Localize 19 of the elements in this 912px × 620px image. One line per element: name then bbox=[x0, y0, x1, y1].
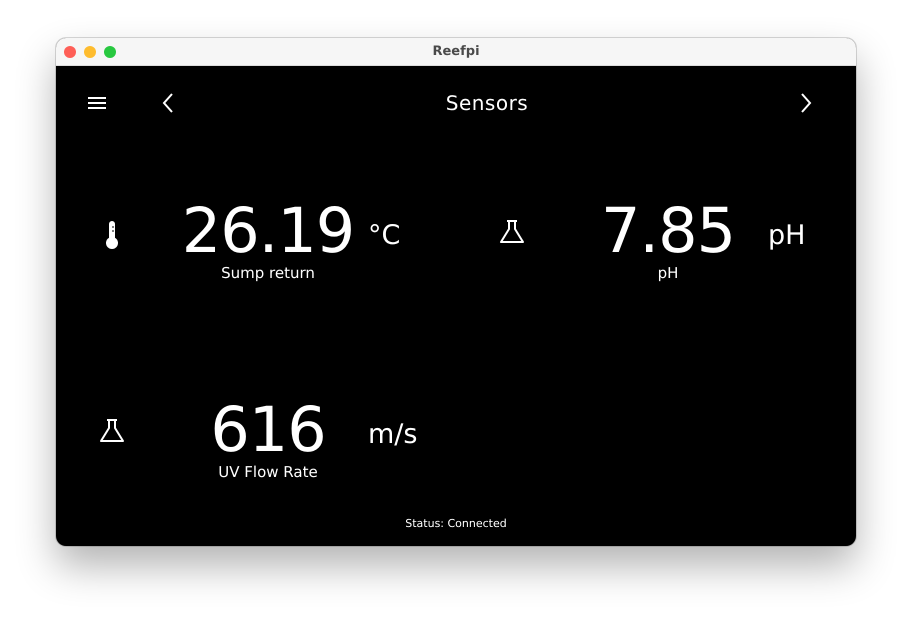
page-title: Sensors bbox=[444, 91, 530, 115]
forward-chevron-icon[interactable] bbox=[799, 92, 813, 114]
back-chevron-icon[interactable] bbox=[161, 92, 175, 114]
sensor-value: 7.85 bbox=[600, 200, 736, 262]
sensor-unit: pH bbox=[768, 219, 806, 251]
sensor-unit: m/s bbox=[368, 418, 418, 450]
sensor-label: Sump return bbox=[221, 264, 315, 282]
sensor-label: pH bbox=[658, 264, 678, 282]
close-button[interactable] bbox=[64, 46, 76, 58]
window-title: Reefpi bbox=[432, 44, 480, 59]
sensor-unit: °C bbox=[368, 219, 402, 251]
status-text: Status: Connected bbox=[405, 517, 507, 530]
menu-icon[interactable] bbox=[87, 95, 107, 111]
flask-icon bbox=[99, 418, 125, 442]
sensor-value: 26.19 bbox=[182, 200, 354, 262]
thermometer-icon bbox=[105, 220, 119, 250]
sensor-label: UV Flow Rate bbox=[218, 462, 318, 480]
sensor-value: 616 bbox=[210, 398, 326, 460]
flask-icon bbox=[499, 220, 525, 244]
